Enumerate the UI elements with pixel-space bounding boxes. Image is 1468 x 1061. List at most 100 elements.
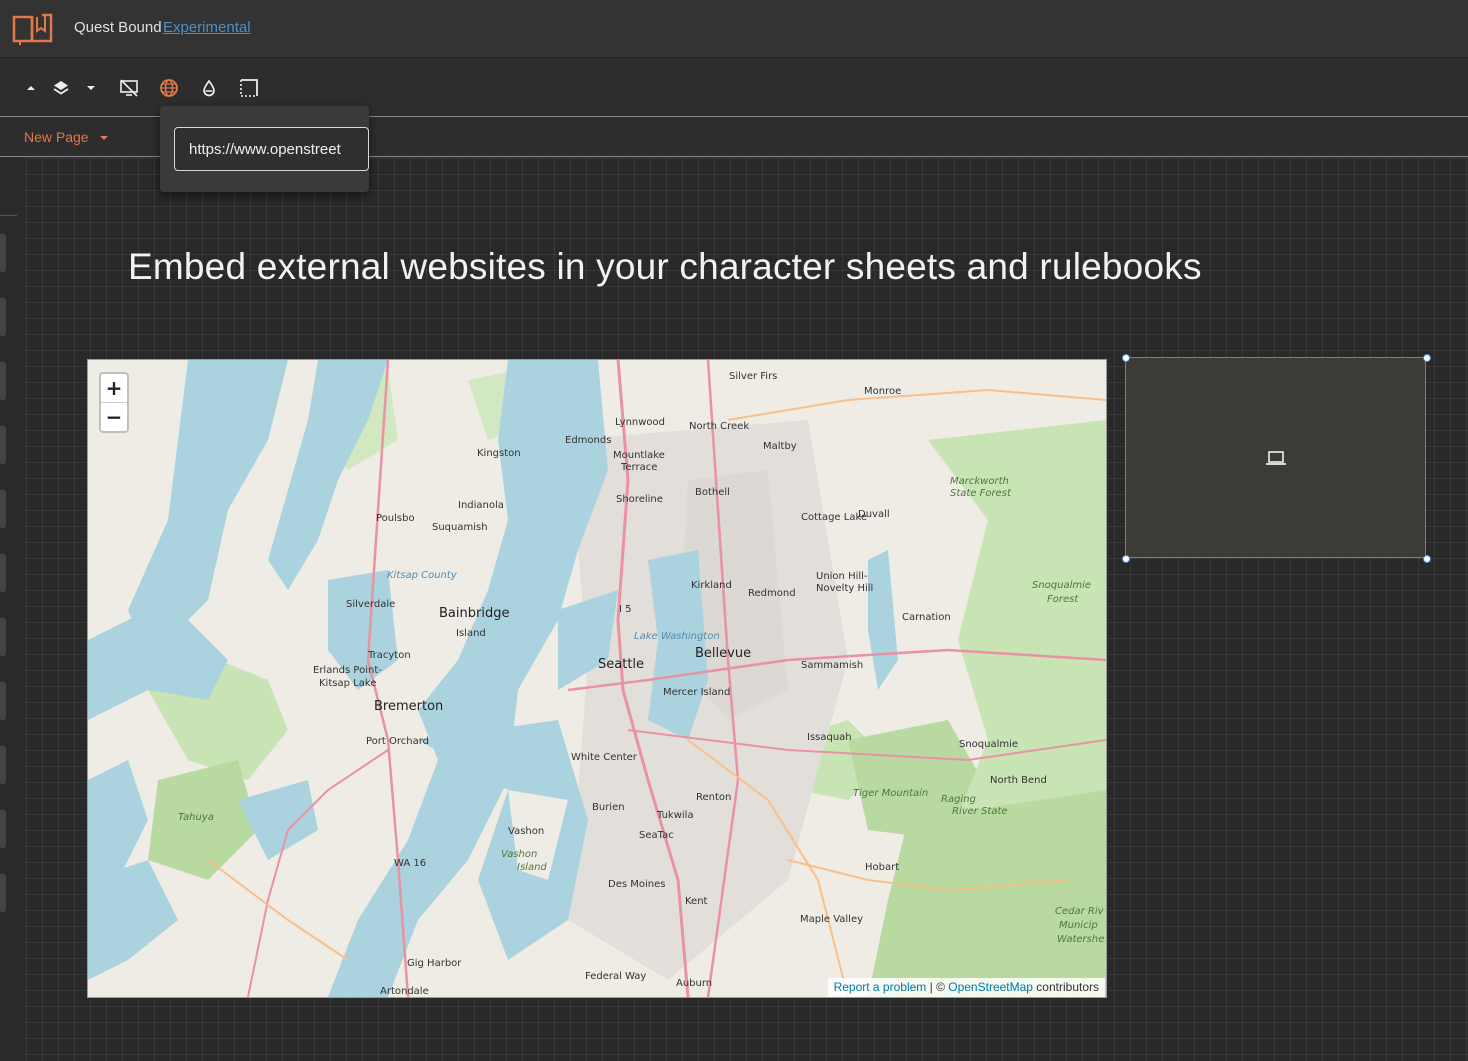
left-rail <box>0 158 26 1061</box>
map-place-label: Island <box>456 628 486 639</box>
rail-tab[interactable] <box>0 490 6 528</box>
map-place-label: WA 16 <box>394 858 427 869</box>
resize-handle[interactable] <box>1423 555 1431 563</box>
openstreetmap-link[interactable]: OpenStreetMap <box>948 980 1033 994</box>
droplet-icon[interactable] <box>198 77 220 99</box>
map-place-label: Artondale <box>380 986 429 997</box>
map-place-label: Union Hill- <box>816 571 868 582</box>
layers-icon[interactable] <box>50 77 72 99</box>
map-place-label: Silverdale <box>346 599 396 610</box>
map-place-label: Carnation <box>902 612 951 623</box>
resize-handle[interactable] <box>1122 555 1130 563</box>
map-place-label: Kitsap Lake <box>319 678 377 689</box>
canvas-headline[interactable]: Embed external websites in your characte… <box>128 246 1202 288</box>
map-place-label: Forest <box>1047 594 1079 605</box>
map-place-label: Novelty Hill <box>816 583 874 594</box>
map-place-label: Indianola <box>458 500 504 511</box>
zoom-in-button[interactable]: + <box>101 374 127 403</box>
map-place-label: Gig Harbor <box>407 958 462 969</box>
map-place-label: Erlands Point- <box>313 665 382 676</box>
rail-tab[interactable] <box>0 874 6 912</box>
map-place-label: Poulsbo <box>376 513 415 524</box>
attribution-contributors: contributors <box>1032 980 1099 994</box>
chevron-down-icon[interactable] <box>97 131 111 145</box>
map-place-label: Auburn <box>676 978 713 989</box>
rail-tab[interactable] <box>0 682 6 720</box>
map-place-label: Bothell <box>695 487 730 498</box>
map-place-label: Tahuya <box>178 812 214 823</box>
rail-tab[interactable] <box>0 234 6 272</box>
map-place-label: Redmond <box>748 588 796 599</box>
url-input[interactable] <box>174 127 369 171</box>
map-zoom-control: + − <box>99 372 129 433</box>
map-tiles[interactable] <box>88 360 1106 997</box>
report-problem-link[interactable]: Report a problem <box>834 980 927 994</box>
map-place-label: Tracyton <box>368 650 411 661</box>
map-place-label: Maltby <box>763 441 797 452</box>
map-place-label: Lynnwood <box>615 417 666 428</box>
caret-up-icon[interactable] <box>20 77 42 99</box>
map-place-label: Des Moines <box>608 879 666 890</box>
map-attribution: Report a problem | © OpenStreetMap contr… <box>827 978 1105 997</box>
globe-icon[interactable] <box>158 77 180 99</box>
rail-tab[interactable] <box>0 618 6 656</box>
rail-tab[interactable] <box>0 746 6 784</box>
map-place-label: Mountlake <box>613 450 665 461</box>
map-place-label: SeaTac <box>639 830 674 841</box>
rail-tab[interactable] <box>0 554 6 592</box>
map-place-label: North Bend <box>990 775 1047 786</box>
map-place-label: Island <box>517 862 547 873</box>
map-place-label: Edmonds <box>565 435 612 446</box>
caret-down-icon[interactable] <box>80 77 102 99</box>
map-place-label: Bainbridge <box>439 606 510 621</box>
map-place-label: Snoqualmie <box>959 739 1019 750</box>
book-logo-icon[interactable] <box>12 11 54 45</box>
map-place-label: Kirkland <box>691 580 732 591</box>
map-place-label: Cedar Riv <box>1055 906 1104 917</box>
tab-new-page[interactable]: New Page <box>24 129 89 145</box>
resize-handle[interactable] <box>1122 354 1130 362</box>
screen-off-icon[interactable] <box>118 77 140 99</box>
map-place-label: Vashon <box>501 849 538 860</box>
map-place-label: Terrace <box>621 462 658 473</box>
rail-tab[interactable] <box>0 810 6 848</box>
map-embed[interactable]: Silver Firs Monroe Lynnwood North Creek Edmo… <box>87 359 1107 998</box>
laptop-icon <box>1266 451 1286 465</box>
zoom-out-button[interactable]: − <box>101 403 127 431</box>
experimental-link[interactable]: Experimental <box>163 19 251 36</box>
map-place-label: Duvall <box>858 509 890 520</box>
map-place-label: Watershe <box>1057 934 1105 945</box>
map-place-label: Shoreline <box>616 494 663 505</box>
rail-tab[interactable] <box>0 426 6 464</box>
map-place-label: Mercer Island <box>663 687 731 698</box>
attribution-separator: | © <box>926 980 949 994</box>
map-place-label: Kingston <box>477 448 521 459</box>
map-place-label: Kitsap County <box>387 570 457 581</box>
map-place-label: Maple Valley <box>800 914 864 925</box>
map-place-label: Federal Way <box>585 971 647 982</box>
map-place-label: Hobart <box>865 862 900 873</box>
dashed-border-icon[interactable] <box>238 77 260 99</box>
map-place-label: Renton <box>696 792 732 803</box>
map-place-label: Monroe <box>864 386 902 397</box>
map-place-label: State Forest <box>950 488 1011 499</box>
map-place-label: Tukwila <box>657 810 694 821</box>
rail-tab[interactable] <box>0 298 6 336</box>
map-place-label: Suquamish <box>432 522 488 533</box>
map-place-label: Sammamish <box>801 660 864 671</box>
resize-handle[interactable] <box>1423 354 1431 362</box>
map-place-label: Vashon <box>508 826 545 837</box>
map-place-label: Municip <box>1059 920 1098 931</box>
map-place-label: Seattle <box>598 657 645 672</box>
map-place-label: Issaquah <box>807 732 852 743</box>
map-place-label: Kent <box>685 896 708 907</box>
map-place-label: I 5 <box>619 604 632 615</box>
rail-tab[interactable] <box>0 362 6 400</box>
map-place-label: Tiger Mountain <box>853 788 929 799</box>
map-place-label: River State <box>952 806 1008 817</box>
map-place-label: Lake Washington <box>634 631 720 642</box>
map-place-label: Bellevue <box>695 646 752 661</box>
map-place-label: Silver Firs <box>729 371 778 382</box>
map-place-label: Port Orchard <box>366 736 430 747</box>
map-place-label: White Center <box>571 752 637 763</box>
